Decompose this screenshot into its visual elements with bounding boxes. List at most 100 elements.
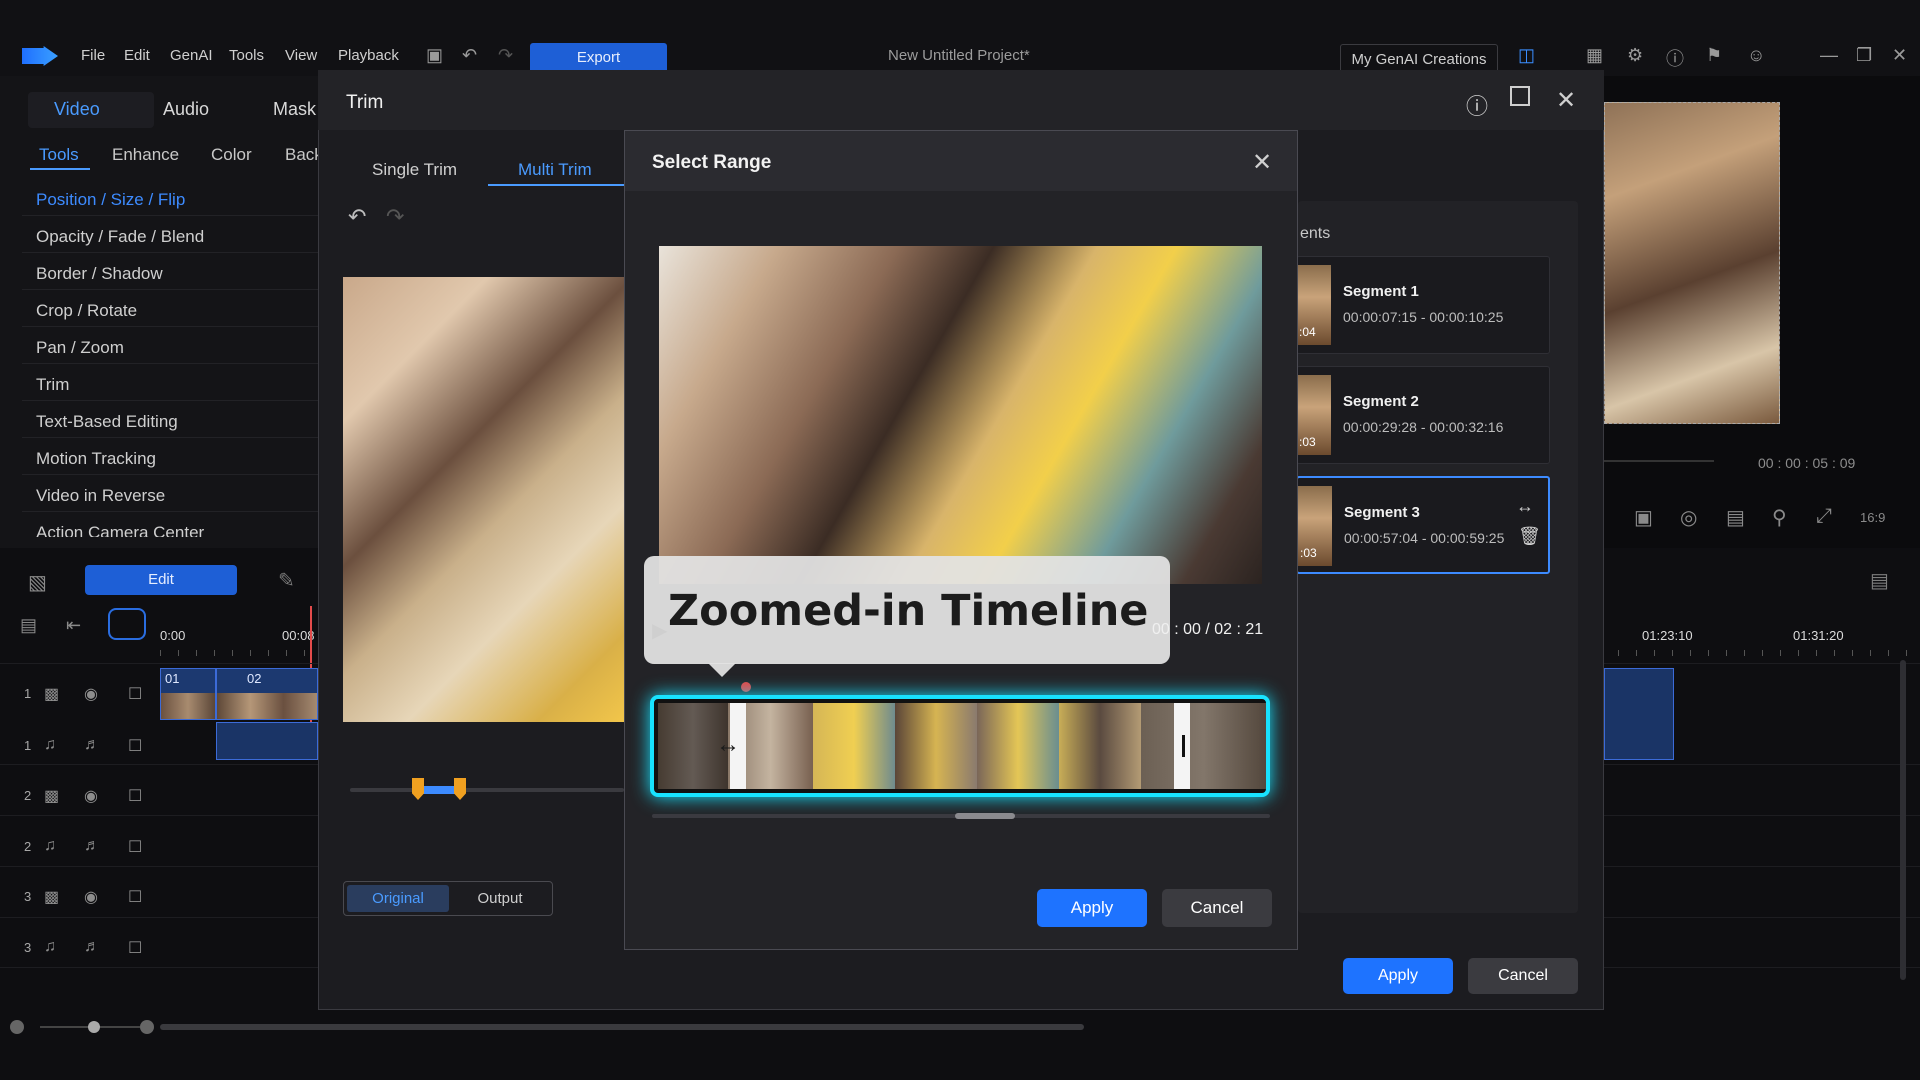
- tool-action-camera-center[interactable]: Action Camera Center: [36, 523, 204, 537]
- redo-icon[interactable]: ↷: [386, 204, 404, 230]
- lock-icon[interactable]: ☐: [128, 786, 142, 806]
- tab-audio[interactable]: Audio: [163, 99, 209, 120]
- maximize-icon[interactable]: [1510, 86, 1530, 106]
- timeline-clip-right[interactable]: [1604, 668, 1674, 760]
- tool-border-shadow[interactable]: Border / Shadow: [36, 264, 163, 284]
- trim-apply-button[interactable]: Apply: [1343, 958, 1453, 994]
- segment-card[interactable]: :03 Segment 2 00:00:29:28 - 00:00:32:16: [1296, 366, 1550, 464]
- snapshot-icon[interactable]: ▣: [1634, 505, 1653, 530]
- zoomed-timeline[interactable]: ↔: [650, 695, 1270, 797]
- tool-opacity-fade-blend[interactable]: Opacity / Fade / Blend: [36, 227, 204, 247]
- tab-multi-trim[interactable]: Multi Trim: [518, 160, 592, 180]
- lock-icon[interactable]: ☐: [128, 736, 142, 756]
- menu-view[interactable]: View: [285, 47, 317, 64]
- bot-icon[interactable]: ◫: [1518, 45, 1535, 66]
- close-icon[interactable]: ✕: [1252, 148, 1272, 177]
- playback-icon[interactable]: ◎: [1680, 505, 1697, 530]
- clip-thumbnail: [217, 693, 317, 719]
- speaker-icon[interactable]: ♬: [84, 837, 100, 855]
- tool-text-based-editing[interactable]: Text-Based Editing: [36, 412, 178, 432]
- save-icon[interactable]: ▣: [426, 45, 443, 66]
- tool-pan-zoom[interactable]: Pan / Zoom: [36, 338, 124, 358]
- tool-crop-rotate[interactable]: Crop / Rotate: [36, 301, 137, 321]
- ruler-label: 01:23:10: [1642, 628, 1693, 643]
- menu-file[interactable]: File: [81, 47, 105, 64]
- divider: [22, 215, 318, 216]
- megaphone-icon[interactable]: ⚑: [1706, 45, 1722, 66]
- timeline-clip[interactable]: 01: [160, 668, 216, 720]
- layout-icon[interactable]: ▦: [1586, 45, 1603, 66]
- fit-icon[interactable]: ⇤: [66, 615, 81, 636]
- pen-icon[interactable]: ✎: [278, 568, 295, 593]
- close-icon[interactable]: ✕: [1556, 86, 1576, 115]
- screen-icon[interactable]: ▤: [1726, 505, 1745, 530]
- tab-video[interactable]: Video: [54, 99, 100, 120]
- magnet-toggle[interactable]: [108, 608, 146, 640]
- divider: [22, 252, 318, 253]
- speaker-icon[interactable]: ♬: [84, 938, 100, 956]
- fit-range-icon[interactable]: ↔: [1516, 496, 1534, 517]
- select-range-cancel-button[interactable]: Cancel: [1162, 889, 1272, 927]
- zoom-in-icon[interactable]: [140, 1020, 154, 1034]
- play-icon[interactable]: ▶: [652, 618, 667, 643]
- timeline-tool-icon[interactable]: ▧: [28, 570, 47, 595]
- zoom-slider-thumb[interactable]: [88, 1021, 100, 1033]
- restore-icon[interactable]: ❐: [1856, 45, 1872, 66]
- tab-mask[interactable]: Mask: [273, 99, 316, 120]
- lock-icon[interactable]: ☐: [128, 837, 142, 857]
- playhead-marker[interactable]: [741, 682, 751, 692]
- segment-card-selected[interactable]: :03 Segment 3 00:00:57:04 - 00:00:59:25 …: [1296, 476, 1550, 574]
- toggle-output[interactable]: Output: [449, 885, 551, 912]
- trim-slider-track[interactable]: [350, 788, 624, 792]
- account-icon[interactable]: ☺: [1747, 45, 1765, 66]
- zoomed-timeline-scroll-thumb[interactable]: [955, 813, 1015, 819]
- lock-icon[interactable]: ☐: [128, 887, 142, 907]
- speaker-icon[interactable]: ♬: [84, 736, 100, 754]
- subtab-color[interactable]: Color: [211, 145, 252, 165]
- undo-icon[interactable]: ↶: [462, 45, 477, 66]
- lock-icon[interactable]: ☐: [128, 684, 142, 704]
- timeline-clip[interactable]: 02: [216, 668, 318, 720]
- select-range-apply-button[interactable]: Apply: [1037, 889, 1147, 927]
- zoom-out-icon[interactable]: [10, 1020, 24, 1034]
- menu-edit[interactable]: Edit: [124, 47, 150, 64]
- lock-icon[interactable]: ☐: [128, 938, 142, 958]
- audio-clip[interactable]: [216, 722, 318, 760]
- export-button[interactable]: Export: [530, 43, 667, 73]
- track-manager-icon[interactable]: ▤: [20, 615, 37, 636]
- subtab-tools[interactable]: Tools: [39, 145, 79, 165]
- trash-icon[interactable]: 🗑: [1518, 526, 1541, 547]
- help-icon[interactable]: ⓘ: [1666, 45, 1684, 71]
- zoom-icon[interactable]: ⚲: [1772, 505, 1787, 530]
- menu-playback[interactable]: Playback: [338, 47, 399, 64]
- trim-cancel-button[interactable]: Cancel: [1468, 958, 1578, 994]
- subtab-enhance[interactable]: Enhance: [112, 145, 179, 165]
- tool-position-size-flip[interactable]: Position / Size / Flip: [36, 190, 185, 210]
- preview-scrubber[interactable]: [1604, 460, 1714, 462]
- preview-settings-icon[interactable]: ▤: [1870, 568, 1889, 593]
- eye-icon[interactable]: ◉: [84, 684, 98, 704]
- fullscreen-icon[interactable]: ⤢: [1816, 505, 1832, 528]
- timeline-scrollbar[interactable]: [160, 1024, 1084, 1030]
- undo-icon[interactable]: ↶: [348, 204, 366, 230]
- timeline-vscroll[interactable]: [1900, 660, 1906, 980]
- menu-tools[interactable]: Tools: [229, 47, 264, 64]
- gear-icon[interactable]: ⚙: [1627, 45, 1643, 66]
- eye-icon[interactable]: ◉: [84, 786, 98, 806]
- tool-video-in-reverse[interactable]: Video in Reverse: [36, 486, 165, 506]
- eye-icon[interactable]: ◉: [84, 887, 98, 907]
- tool-trim[interactable]: Trim: [36, 375, 69, 395]
- tool-motion-tracking[interactable]: Motion Tracking: [36, 449, 156, 469]
- tab-single-trim[interactable]: Single Trim: [372, 160, 457, 180]
- redo-icon[interactable]: ↷: [498, 45, 513, 66]
- menu-genai[interactable]: GenAI: [170, 47, 213, 64]
- toggle-original[interactable]: Original: [347, 885, 449, 912]
- help-icon[interactable]: ⓘ: [1466, 89, 1488, 121]
- aspect-ratio-icon[interactable]: 16:9: [1860, 510, 1885, 525]
- project-title: New Untitled Project*: [888, 47, 1030, 64]
- segment-card[interactable]: :04 Segment 1 00:00:07:15 - 00:00:10:25: [1296, 256, 1550, 354]
- edit-button[interactable]: Edit: [85, 565, 237, 595]
- close-app-icon[interactable]: ✕: [1892, 45, 1907, 66]
- minimize-icon[interactable]: —: [1820, 45, 1838, 66]
- divider: [22, 474, 318, 475]
